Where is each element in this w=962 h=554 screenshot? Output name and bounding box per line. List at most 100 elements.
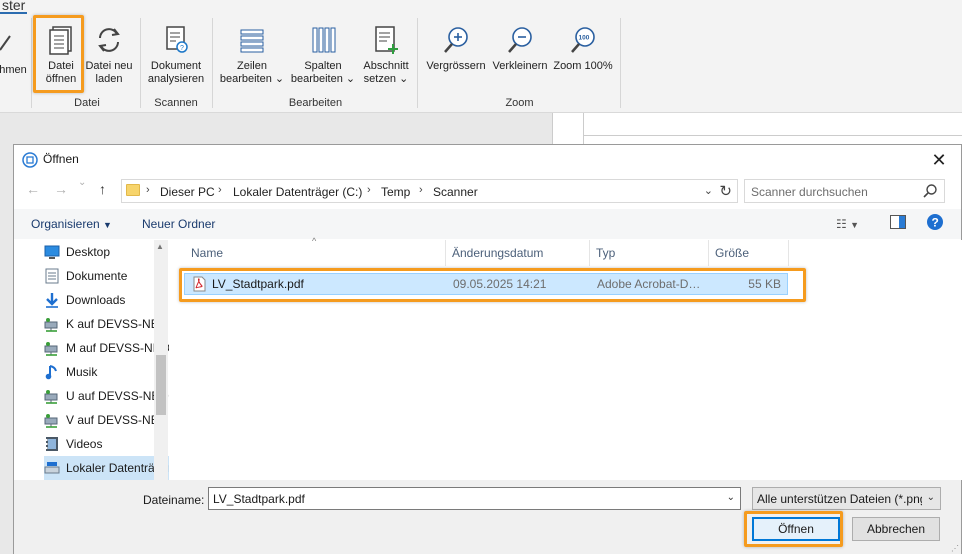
cancel-button[interactable]: Abbrechen [852,517,940,541]
search-field[interactable]: Scanner durchsuchen [744,179,945,203]
filetype-value: Alle unterstützen Dateien (*.png [757,492,922,506]
refresh-icon[interactable]: ↻ [719,182,732,200]
breadcrumb-temp[interactable]: Temp [381,185,410,199]
forward-button[interactable]: → [54,181,68,197]
group-label-scan: Scannen [154,97,198,109]
edit-columns-button[interactable]: Spalten bearbeiten ⌄ [290,24,356,86]
filename-input[interactable]: LV_Stadtpark.pdf ⌄ [208,487,741,510]
documents-icon [44,268,60,284]
breadcrumb-scanner[interactable]: Scanner [433,185,478,199]
column-header-type[interactable]: Typ [590,240,709,266]
svg-text:?: ? [932,216,939,230]
video-icon [44,436,60,452]
nav-item-v-drive[interactable]: V auf DEVSS-NBO [44,408,169,432]
nav-item-local-drive[interactable]: Lokaler Datenträger (C:) [44,456,169,480]
local-drive-icon [44,460,60,476]
zoom-100-button[interactable]: 100 Zoom 100% [552,24,614,73]
chevron-down-icon[interactable]: ⌄ [727,492,735,503]
filetype-select[interactable]: Alle unterstützen Dateien (*.png ⌄ [752,487,941,510]
dropdown-arrow-icon: ▼ [103,220,112,230]
preview-pane-button[interactable] [890,215,906,232]
rows-icon [240,29,264,53]
recent-locations-button[interactable]: ⌄ [78,177,86,188]
back-button[interactable]: ← [26,181,40,197]
nav-item-k-drive[interactable]: K auf DEVSS-NBO [44,312,169,336]
reload-file-label-1: Datei neu [85,60,133,72]
dropdown-arrow-icon: ▼ [850,220,860,230]
chevron-down-icon: ⌄ [926,492,935,503]
help-button[interactable]: ? [926,213,944,234]
analyze-document-button[interactable]: ? Dokument analysieren [146,24,206,86]
resize-grip-icon[interactable]: ⋰ [951,544,959,553]
highlight-open-file [33,15,84,93]
breadcrumb-this-pc[interactable]: Dieser PC [160,185,215,199]
dialog-title: Öffnen [43,152,79,166]
nav-item-desktop[interactable]: Desktop [44,240,169,264]
zoom-in-label: Vergrössern [426,60,486,72]
reload-file-button[interactable]: Datei neu laden [84,24,134,86]
nav-item-music[interactable]: Musik [44,360,169,384]
open-file-dialog: Öffnen ✕ ← → ⌄ ↑ › Dieser PC › Lokaler D… [13,144,962,554]
document-area [552,113,962,148]
svg-text:100: 100 [579,35,590,42]
filename-label: Dateiname: [143,493,205,507]
navigation-pane: Desktop Dokumente Downloads K auf DEVSS-… [14,240,169,480]
search-icon [923,184,937,198]
edit-columns-label-1: Spalten [304,60,342,72]
dialog-app-icon [22,152,38,168]
analyze-label-2: analysieren [147,73,205,85]
nav-item-m-drive[interactable]: M auf DEVSS-NBO [44,336,169,360]
nav-item-label: Videos [66,437,103,451]
group-label-file: Datei [74,97,100,109]
set-section-button[interactable]: Abschnitt setzen ⌄ [360,24,412,86]
analyze-document-icon: ? [166,26,188,53]
arrow-up-icon: ↑ [99,181,106,197]
analyze-label-1: Dokument [150,60,202,72]
view-options-button[interactable]: ☷ ▼ [836,217,859,231]
nav-item-documents[interactable]: Dokumente [44,264,169,288]
details-view-icon: ☷ [836,217,847,231]
nav-item-label: Downloads [66,293,126,307]
organize-button[interactable]: Organisieren ▼ [31,217,112,231]
address-bar[interactable]: › Dieser PC › Lokaler Datenträger (C:) ›… [121,179,738,203]
desktop-icon [44,244,60,260]
breadcrumb-separator-icon: › [367,184,371,196]
highlight-open-button [744,511,843,547]
nav-item-downloads[interactable]: Downloads [44,288,169,312]
column-header-modified[interactable]: Änderungsdatum [446,240,590,266]
zoom-in-button[interactable]: Vergrössern [425,24,487,73]
nav-item-u-drive[interactable]: U auf DEVSS-NBO [44,384,169,408]
address-dropdown-icon[interactable]: ⌄ [704,184,713,197]
filename-value: LV_Stadtpark.pdf [213,492,305,506]
file-list: ^ Name Änderungsdatum Typ Größe LV_Stadt… [172,236,962,480]
ribbon-tab-partial[interactable]: ster [0,0,28,14]
add-section-icon [375,26,398,54]
new-folder-button[interactable]: Neuer Ordner [142,217,215,231]
group-label-zoom: Zoom [505,97,534,109]
dialog-toolbar: Organisieren ▼ Neuer Ordner ☷ ▼ ? [14,209,961,239]
preview-pane-icon [890,215,906,229]
nav-item-label: K auf DEVSS-NBO [66,317,169,331]
refresh-icon [98,28,120,52]
up-button[interactable]: ↑ [99,181,106,197]
column-header-name[interactable]: Name [185,240,446,266]
ribbon-button-partial[interactable]: hmen [0,28,30,77]
check-icon [0,35,11,51]
scroll-up-icon[interactable]: ▲ [156,242,164,251]
arrow-left-icon: ← [26,181,40,197]
breadcrumb-local-drive[interactable]: Lokaler Datenträger (C:) [233,185,362,199]
nav-item-videos[interactable]: Videos [44,432,169,456]
network-drive-icon [44,340,60,356]
edit-rows-label-1: Zeilen [237,60,267,72]
nav-item-label: Dokumente [66,269,128,283]
scrollbar-thumb[interactable] [156,355,166,415]
edit-rows-button[interactable]: Zeilen bearbeiten ⌄ [219,24,285,86]
close-button[interactable]: ✕ [917,145,961,175]
nav-item-label: V auf DEVSS-NBO [66,413,169,427]
navigation-scrollbar[interactable]: ▲ [154,240,168,480]
music-icon [44,364,60,380]
ribbon-button-partial-label: hmen [0,64,27,76]
zoom-out-button[interactable]: Verkleinern [490,24,550,73]
column-header-size[interactable]: Größe [709,240,789,266]
nav-item-label: Musik [66,365,98,379]
